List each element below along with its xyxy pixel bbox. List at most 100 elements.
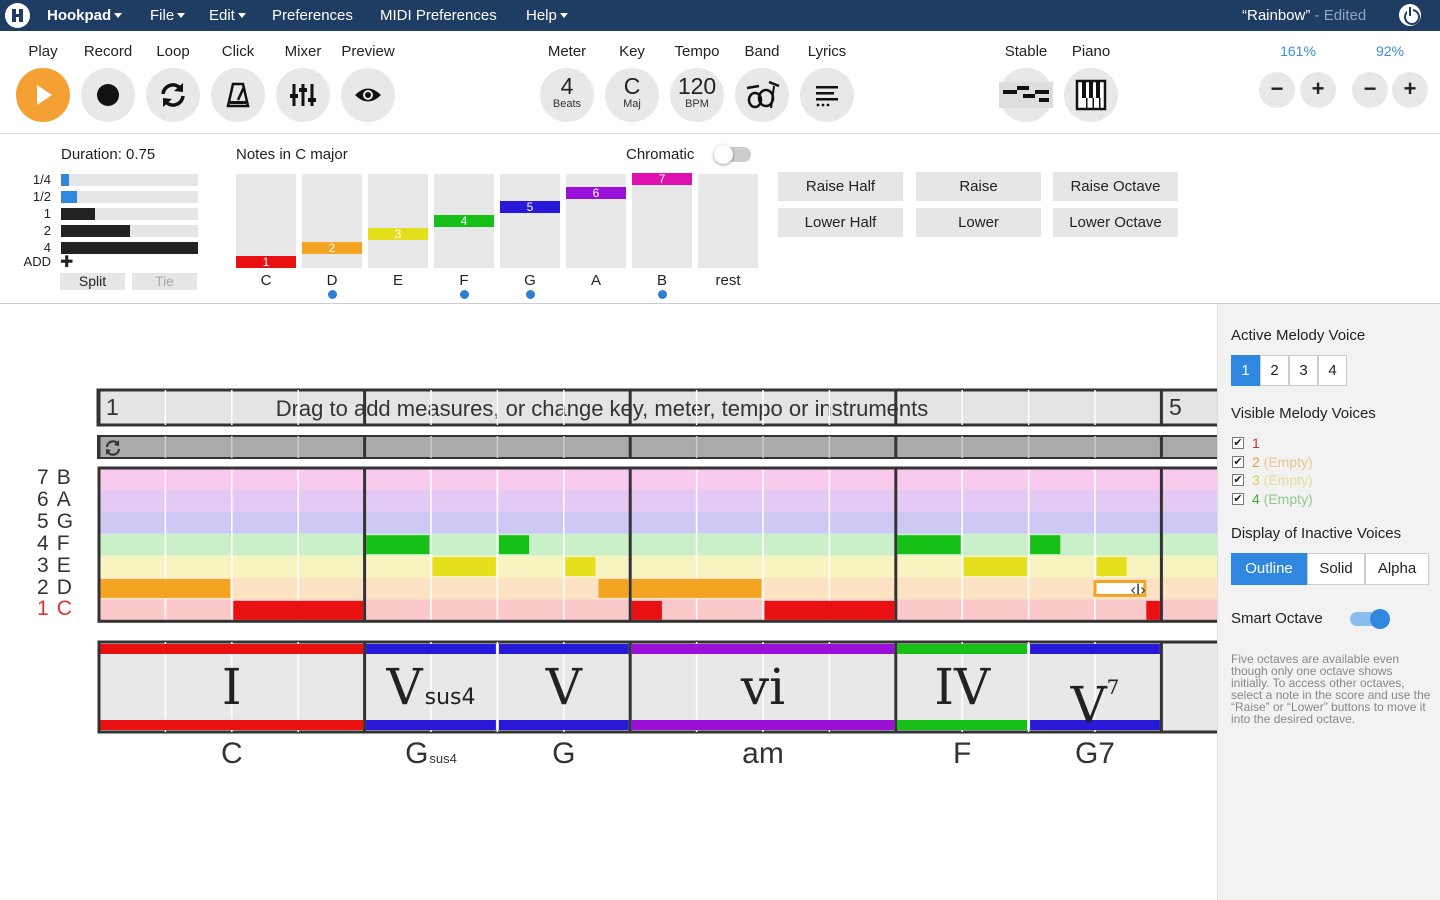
zoom-out-horizontal-button[interactable]: − bbox=[1259, 72, 1295, 108]
chord-block[interactable]: IV bbox=[896, 654, 1029, 720]
chord-block[interactable]: I bbox=[99, 654, 365, 720]
add-plus-icon[interactable]: ✚ bbox=[60, 252, 73, 272]
melody-note[interactable] bbox=[598, 579, 629, 598]
measure-number-5: 5 bbox=[1169, 394, 1182, 420]
voice-button-3[interactable]: 3 bbox=[1289, 355, 1318, 386]
chord-block[interactable]: vi bbox=[630, 654, 896, 720]
voice-visible-checkbox[interactable]: ✔ bbox=[1232, 492, 1244, 505]
notes-in-key-label: Notes in C major bbox=[236, 146, 348, 163]
pitch-row-b[interactable] bbox=[99, 468, 1217, 490]
melody-note[interactable] bbox=[233, 600, 364, 620]
chord-block[interactable]: V7 bbox=[1029, 654, 1162, 734]
melody-note[interactable] bbox=[100, 579, 231, 598]
record-button[interactable] bbox=[81, 68, 135, 122]
melody-note[interactable] bbox=[631, 579, 762, 598]
visible-voices-heading: Visible Melody Voices bbox=[1231, 405, 1376, 422]
melody-note[interactable] bbox=[897, 535, 961, 555]
tempo-button[interactable]: 120 BPM bbox=[670, 68, 724, 122]
melody-note[interactable] bbox=[498, 535, 530, 555]
menu-hookpad[interactable]: Hookpad bbox=[47, 7, 123, 24]
raise-half-button[interactable]: Raise Half bbox=[778, 172, 903, 201]
piano-keys-icon bbox=[1075, 79, 1107, 111]
note-button-g[interactable]: 5 bbox=[500, 174, 560, 268]
drums-icon bbox=[746, 80, 780, 109]
zoom-out-vertical-button[interactable]: − bbox=[1352, 72, 1388, 108]
menu-file[interactable]: File bbox=[150, 7, 186, 24]
voice-visible-checkbox[interactable]: ✔ bbox=[1232, 437, 1244, 449]
menu-midi-preferences[interactable]: MIDI Preferences bbox=[380, 7, 497, 24]
melody-note[interactable] bbox=[366, 535, 430, 555]
voice-visible-checkbox[interactable]: ✔ bbox=[1232, 474, 1244, 486]
note-button-e[interactable]: 3 bbox=[368, 174, 428, 268]
band-button[interactable] bbox=[735, 68, 789, 122]
preview-button[interactable] bbox=[341, 68, 395, 122]
note-button-b[interactable]: 7 bbox=[632, 173, 692, 268]
lower-half-button[interactable]: Lower Half bbox=[778, 208, 903, 237]
split-button[interactable]: Split bbox=[60, 273, 125, 290]
chord-name-text: F bbox=[953, 737, 972, 770]
note-button-rest[interactable] bbox=[698, 174, 758, 268]
loop-region-bar[interactable] bbox=[97, 435, 1217, 459]
smart-octave-toggle[interactable] bbox=[1350, 609, 1390, 629]
menu-edit[interactable]: Edit bbox=[209, 7, 246, 24]
mixer-button[interactable] bbox=[276, 68, 330, 122]
voice-button-4[interactable]: 4 bbox=[1318, 355, 1347, 386]
edited-status: - Edited bbox=[1310, 7, 1367, 24]
melody-note[interactable] bbox=[963, 557, 1028, 576]
note-button-a[interactable]: 6 bbox=[566, 174, 626, 268]
lower-button[interactable]: Lower bbox=[916, 208, 1041, 237]
chord-color-bottom bbox=[897, 720, 1028, 730]
melody-note[interactable] bbox=[432, 557, 496, 576]
melody-note[interactable] bbox=[1146, 600, 1160, 620]
display-inactive-heading: Display of Inactive Voices bbox=[1231, 525, 1402, 542]
raise-button[interactable]: Raise bbox=[916, 172, 1041, 201]
tie-button[interactable]: Tie bbox=[132, 273, 197, 290]
voice-visible-checkbox[interactable]: ✔ bbox=[1232, 455, 1244, 468]
chord-block[interactable]: V bbox=[497, 654, 630, 720]
display-option-outline[interactable]: Outline bbox=[1231, 553, 1307, 585]
zoom-in-horizontal-button[interactable]: + bbox=[1300, 72, 1336, 108]
stable-view-button[interactable] bbox=[999, 68, 1053, 122]
score-canvas[interactable]: 1 5 Drag to add measures, or change key,… bbox=[0, 304, 1217, 900]
octave-help-text: Five octaves are available even though o… bbox=[1231, 652, 1431, 726]
click-button[interactable] bbox=[211, 68, 265, 122]
pitch-row-g[interactable] bbox=[99, 511, 1217, 534]
chord-name: Gsus4 bbox=[365, 734, 498, 779]
scale-degree-label: 4F bbox=[37, 532, 70, 556]
display-option-alpha[interactable]: Alpha bbox=[1365, 553, 1429, 585]
duration-bar-fill bbox=[61, 174, 70, 186]
power-icon[interactable] bbox=[1399, 4, 1421, 26]
lyrics-button[interactable] bbox=[800, 68, 854, 122]
voice-visible-label: 1 bbox=[1252, 435, 1260, 451]
pitch-row-a[interactable] bbox=[99, 489, 1217, 512]
piano-view-button[interactable] bbox=[1064, 68, 1118, 122]
note-button-f[interactable]: 4 bbox=[434, 174, 494, 268]
voice-button-1[interactable]: 1 bbox=[1231, 355, 1260, 386]
melody-note[interactable] bbox=[764, 600, 895, 620]
zoom-in-vertical-button[interactable]: + bbox=[1392, 72, 1428, 108]
note-button-d[interactable]: 2 bbox=[302, 174, 362, 268]
melody-note[interactable] bbox=[1030, 535, 1061, 555]
melody-note[interactable] bbox=[565, 557, 596, 576]
voice-button-2[interactable]: 2 bbox=[1260, 355, 1289, 386]
key-mode: Maj bbox=[623, 98, 641, 110]
key-value: C bbox=[623, 73, 641, 99]
loop-button[interactable] bbox=[146, 68, 200, 122]
play-button[interactable] bbox=[16, 68, 70, 122]
note-button-c[interactable]: 1 bbox=[236, 174, 296, 268]
melody-note[interactable] bbox=[631, 600, 662, 620]
lower-octave-button[interactable]: Lower Octave bbox=[1053, 208, 1178, 237]
chord-block[interactable]: Vsus4 bbox=[365, 654, 498, 720]
chromatic-toggle[interactable] bbox=[714, 145, 751, 164]
display-option-solid[interactable]: Solid bbox=[1307, 553, 1365, 585]
hookpad-logo-icon[interactable] bbox=[5, 3, 30, 28]
voice-visible-label: 3 (Empty) bbox=[1252, 472, 1313, 488]
pitch-row-e[interactable] bbox=[99, 555, 1217, 578]
raise-octave-button[interactable]: Raise Octave bbox=[1053, 172, 1178, 201]
menu-preferences[interactable]: Preferences bbox=[272, 7, 353, 24]
menu-help[interactable]: Help bbox=[526, 7, 568, 24]
key-button[interactable]: C Maj bbox=[605, 68, 659, 122]
melody-note[interactable] bbox=[1096, 557, 1127, 576]
meter-button[interactable]: 4 Beats bbox=[540, 68, 594, 122]
scale-degree-label: 6A bbox=[37, 488, 71, 512]
